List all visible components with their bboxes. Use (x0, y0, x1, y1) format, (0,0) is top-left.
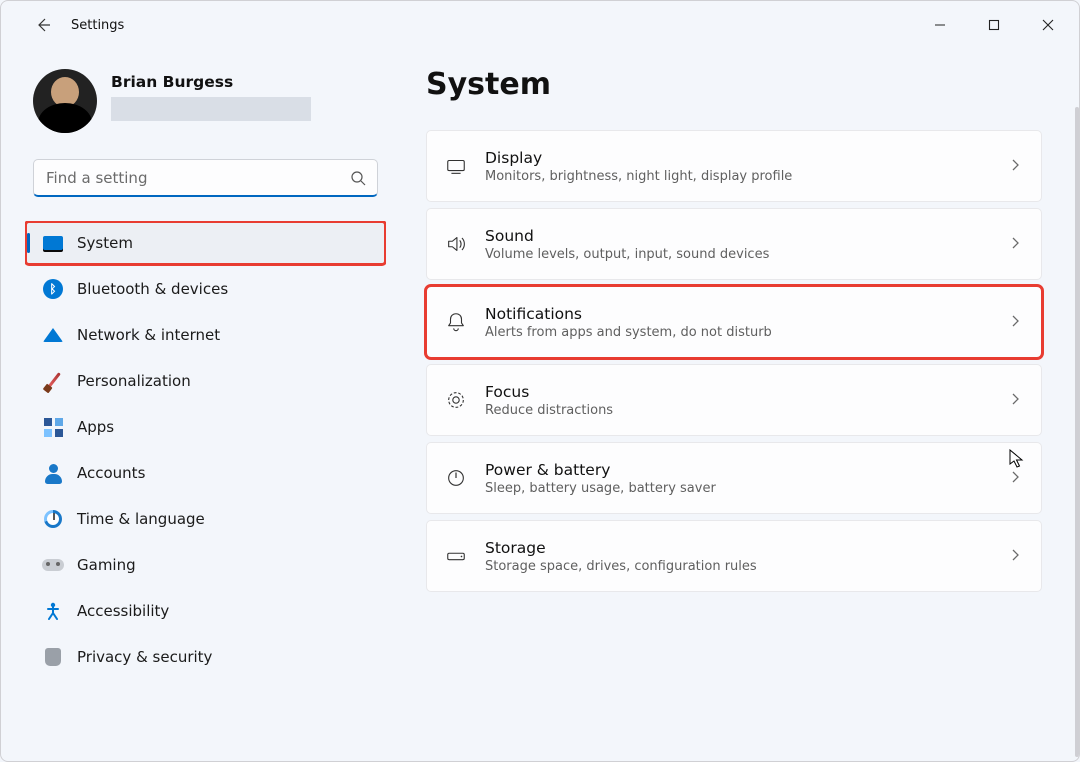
maximize-icon (988, 19, 1000, 31)
sidebar-item-label: Gaming (77, 556, 136, 574)
chevron-right-icon (1009, 235, 1021, 254)
sidebar-item-label: Privacy & security (77, 648, 212, 666)
sidebar-item-label: Apps (77, 418, 114, 436)
window-controls (913, 5, 1075, 45)
card-text: Storage Storage space, drives, configura… (485, 539, 1009, 574)
card-subtitle: Storage space, drives, configuration rul… (485, 559, 1009, 574)
sidebar-item-apps[interactable]: Apps (25, 405, 386, 449)
sidebar: Brian Burgess System ᛒ Bluetooth & devic… (1, 49, 396, 761)
sidebar-item-system[interactable]: System (25, 221, 386, 265)
card-subtitle: Sleep, battery usage, battery saver (485, 481, 1009, 496)
card-text: Sound Volume levels, output, input, soun… (485, 227, 1009, 262)
card-text: Focus Reduce distractions (485, 383, 1009, 418)
card-subtitle: Volume levels, output, input, sound devi… (485, 247, 1009, 262)
settings-cards: Display Monitors, brightness, night ligh… (426, 130, 1042, 592)
card-title: Focus (485, 383, 1009, 401)
card-text: Display Monitors, brightness, night ligh… (485, 149, 1009, 184)
user-block[interactable]: Brian Burgess (25, 69, 386, 133)
card-text: Power & battery Sleep, battery usage, ba… (485, 461, 1009, 496)
sidebar-item-label: Accounts (77, 464, 145, 482)
sidebar-item-label: Bluetooth & devices (77, 280, 228, 298)
maximize-button[interactable] (967, 5, 1021, 45)
sidebar-item-network[interactable]: Network & internet (25, 313, 386, 357)
focus-icon (445, 389, 485, 411)
card-subtitle: Reduce distractions (485, 403, 1009, 418)
chevron-right-icon (1009, 469, 1021, 488)
minimize-button[interactable] (913, 5, 967, 45)
sidebar-item-label: Time & language (77, 510, 205, 528)
search-icon (350, 170, 366, 186)
card-display[interactable]: Display Monitors, brightness, night ligh… (426, 130, 1042, 202)
apps-icon (41, 415, 65, 439)
system-icon (41, 231, 65, 255)
bluetooth-icon: ᛒ (41, 277, 65, 301)
power-icon (445, 467, 485, 489)
user-email-redacted (111, 97, 311, 121)
minimize-icon (934, 19, 946, 31)
sidebar-item-label: System (77, 234, 133, 252)
search-input[interactable] (33, 159, 378, 197)
card-notifications[interactable]: Notifications Alerts from apps and syste… (426, 286, 1042, 358)
avatar (33, 69, 97, 133)
arrow-left-icon (35, 17, 51, 33)
user-name: Brian Burgess (111, 73, 311, 91)
sidebar-item-label: Accessibility (77, 602, 169, 620)
display-icon (445, 155, 485, 177)
page-title: System (426, 67, 1065, 102)
scrollbar[interactable] (1075, 107, 1079, 757)
user-text: Brian Burgess (111, 73, 311, 121)
chevron-right-icon (1009, 391, 1021, 410)
search-wrap (33, 159, 378, 197)
chevron-right-icon (1009, 547, 1021, 566)
sidebar-nav: System ᛒ Bluetooth & devices Network & i… (25, 221, 386, 679)
settings-window: Settings Brian Burgess (0, 0, 1080, 762)
card-subtitle: Alerts from apps and system, do not dist… (485, 325, 1009, 340)
close-button[interactable] (1021, 5, 1075, 45)
gaming-icon (41, 553, 65, 577)
card-title: Display (485, 149, 1009, 167)
content-area: Brian Burgess System ᛒ Bluetooth & devic… (1, 49, 1079, 761)
card-title: Sound (485, 227, 1009, 245)
card-title: Storage (485, 539, 1009, 557)
accounts-icon (41, 461, 65, 485)
card-sound[interactable]: Sound Volume levels, output, input, soun… (426, 208, 1042, 280)
close-icon (1042, 19, 1054, 31)
sidebar-item-accessibility[interactable]: Accessibility (25, 589, 386, 633)
privacy-icon (41, 645, 65, 669)
chevron-right-icon (1009, 313, 1021, 332)
personalization-icon (41, 369, 65, 393)
notifications-icon (445, 311, 485, 333)
sidebar-item-label: Personalization (77, 372, 191, 390)
main-panel: System Display Monitors, brightness, nig… (396, 49, 1079, 761)
sidebar-item-accounts[interactable]: Accounts (25, 451, 386, 495)
sidebar-item-privacy[interactable]: Privacy & security (25, 635, 386, 679)
sidebar-item-label: Network & internet (77, 326, 220, 344)
network-icon (41, 323, 65, 347)
card-focus[interactable]: Focus Reduce distractions (426, 364, 1042, 436)
storage-icon (445, 545, 485, 567)
card-title: Notifications (485, 305, 1009, 323)
sidebar-item-gaming[interactable]: Gaming (25, 543, 386, 587)
card-subtitle: Monitors, brightness, night light, displ… (485, 169, 1009, 184)
sidebar-item-personalization[interactable]: Personalization (25, 359, 386, 403)
accessibility-icon (41, 599, 65, 623)
chevron-right-icon (1009, 157, 1021, 176)
app-title: Settings (71, 18, 124, 33)
card-power[interactable]: Power & battery Sleep, battery usage, ba… (426, 442, 1042, 514)
time-language-icon (41, 507, 65, 531)
back-button[interactable] (21, 3, 65, 47)
card-title: Power & battery (485, 461, 1009, 479)
card-text: Notifications Alerts from apps and syste… (485, 305, 1009, 340)
titlebar: Settings (1, 1, 1079, 49)
card-storage[interactable]: Storage Storage space, drives, configura… (426, 520, 1042, 592)
sidebar-item-bluetooth[interactable]: ᛒ Bluetooth & devices (25, 267, 386, 311)
sound-icon (445, 233, 485, 255)
sidebar-item-time-language[interactable]: Time & language (25, 497, 386, 541)
